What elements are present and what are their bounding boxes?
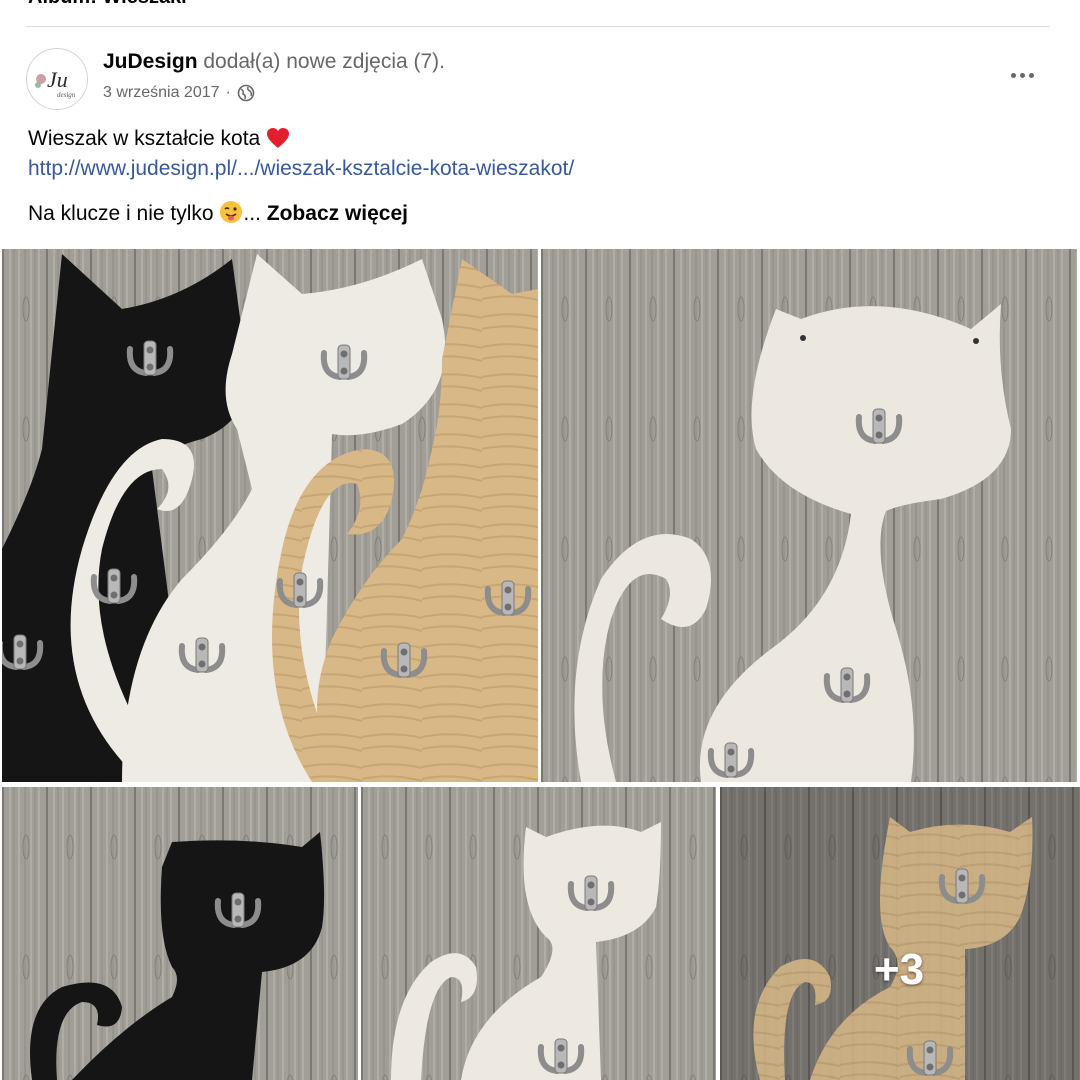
previous-section-heading: Album: Wieszaki bbox=[0, 0, 1080, 14]
author-name-link[interactable]: JuDesign bbox=[103, 50, 198, 73]
post-action-text: dodał(a) nowe zdjęcia (7). bbox=[203, 50, 445, 73]
svg-text:design: design bbox=[57, 91, 76, 99]
winking-tongue-emoji bbox=[219, 200, 243, 232]
post-text-body: Na klucze i nie tylko bbox=[28, 202, 214, 225]
ellipsis: ... bbox=[243, 202, 261, 225]
globe-icon[interactable] bbox=[237, 84, 255, 102]
see-more-link[interactable]: Zobacz więcej bbox=[267, 202, 408, 225]
post-text-title: Wieszak w kształcie kota bbox=[28, 127, 261, 150]
post-text-line: Na klucze i nie tylko ... Zobacz więcej bbox=[28, 200, 408, 232]
divider bbox=[26, 26, 1050, 27]
meta-separator: · bbox=[225, 84, 231, 101]
post-date-link[interactable]: 3 września 2017 bbox=[103, 84, 220, 102]
photo-three-cat-hangers[interactable] bbox=[2, 249, 538, 782]
post-header: JuDesign dodał(a) nowe zdjęcia (7). bbox=[103, 50, 445, 74]
photo-black-cat-hanger[interactable] bbox=[2, 787, 358, 1080]
more-photos-count: +3 bbox=[873, 945, 925, 994]
more-icon bbox=[1019, 72, 1025, 78]
more-options-button[interactable] bbox=[1002, 58, 1042, 92]
photo-wooden-cat-hanger[interactable]: +3 bbox=[720, 787, 1080, 1080]
post-text-line: Wieszak w kształcie kota bbox=[28, 125, 290, 157]
more-icon bbox=[1010, 72, 1016, 78]
svg-text:Ju: Ju bbox=[47, 67, 68, 92]
more-photos-overlay[interactable]: +3 bbox=[720, 787, 1080, 1080]
judesign-logo-icon: Ju design bbox=[28, 50, 87, 109]
heart-icon bbox=[266, 127, 290, 157]
more-icon bbox=[1028, 72, 1034, 78]
author-avatar[interactable]: Ju design bbox=[26, 48, 88, 110]
post-link[interactable]: http://www.judesign.pl/.../wieszak-kszta… bbox=[28, 155, 574, 183]
photo-white-cat-hanger[interactable] bbox=[541, 249, 1077, 782]
post-meta: 3 września 2017 · bbox=[103, 84, 255, 102]
photo-white-cat-hanger-small[interactable] bbox=[361, 787, 716, 1080]
